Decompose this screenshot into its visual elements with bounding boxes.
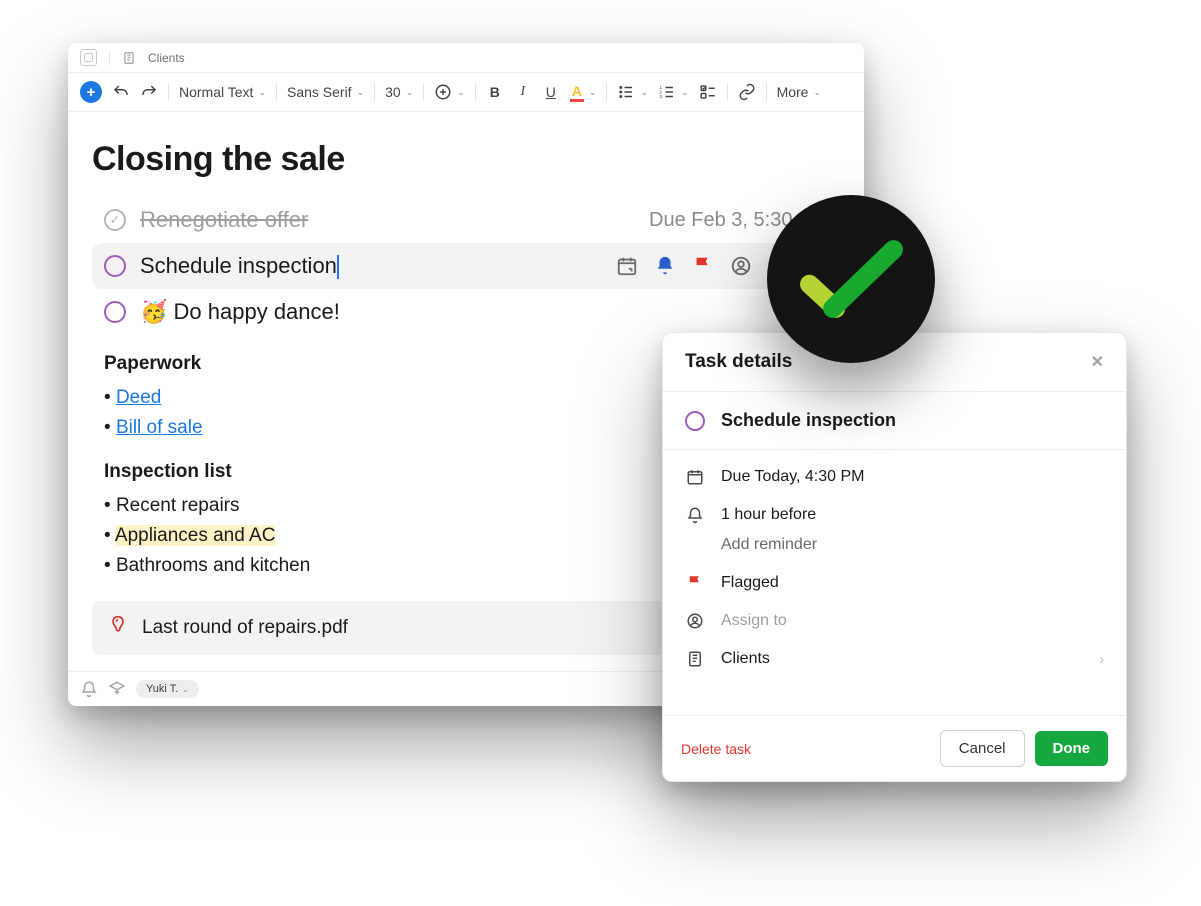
numbered-list-dropdown[interactable]: 123 ⌄	[658, 83, 689, 101]
insert-plus-dropdown[interactable]: ⌄	[434, 83, 465, 101]
note-icon	[122, 51, 136, 65]
numbered-list-icon: 123	[658, 83, 676, 101]
link[interactable]: Bill of sale	[116, 417, 203, 438]
editor-toolbar: + Normal Text⌄ Sans Serif⌄ 30⌄ ⌄ B I U A…	[68, 73, 864, 112]
bullet-list-dropdown[interactable]: ⌄	[617, 83, 648, 101]
redo-icon[interactable]	[140, 83, 158, 101]
font-size-dropdown[interactable]: 30⌄	[385, 84, 413, 100]
plus-circle-icon	[434, 83, 452, 101]
document-title[interactable]: Closing the sale	[92, 140, 840, 179]
app-switcher-icon[interactable]	[80, 49, 97, 66]
tab-title[interactable]: Clients	[148, 51, 185, 65]
person-icon	[685, 612, 705, 630]
paragraph-style-dropdown[interactable]: Normal Text⌄	[179, 84, 266, 100]
tab-bar: Clients	[68, 43, 864, 73]
due-date-row[interactable]: Due Today, 4:30 PM	[663, 458, 1126, 496]
reminder-row[interactable]: 1 hour before	[663, 496, 1126, 534]
assign-icon[interactable]	[730, 255, 752, 277]
undo-icon[interactable]	[112, 83, 130, 101]
checklist-icon[interactable]	[699, 83, 717, 101]
insert-button[interactable]: +	[80, 81, 102, 103]
pdf-icon	[108, 615, 128, 641]
close-icon[interactable]: ✕	[1091, 352, 1104, 372]
task-checkbox-done-icon[interactable]	[104, 209, 126, 231]
task-checkbox-icon[interactable]	[685, 411, 705, 431]
task-text[interactable]: 🥳 Do happy dance!	[140, 299, 828, 325]
divider	[606, 83, 607, 101]
bell-icon	[685, 506, 705, 524]
underline-icon[interactable]: U	[542, 83, 560, 101]
task-title[interactable]: Schedule inspection	[721, 410, 896, 431]
task-text[interactable]: Schedule inspection	[140, 253, 602, 279]
flagged-row[interactable]: Flagged	[663, 564, 1126, 602]
task-row[interactable]: 🥳 Do happy dance!	[92, 289, 840, 335]
checkmark-icon	[799, 234, 904, 324]
done-button[interactable]: Done	[1035, 731, 1109, 766]
link[interactable]: Deed	[116, 387, 161, 408]
notification-icon[interactable]	[80, 680, 98, 698]
flag-icon	[685, 574, 705, 592]
more-dropdown[interactable]: More⌄	[777, 84, 821, 100]
cancel-button[interactable]: Cancel	[940, 730, 1025, 767]
author-chip[interactable]: Yuki T.⌄	[136, 680, 199, 698]
text-color-dropdown[interactable]: A⌄	[570, 83, 597, 102]
due-date-icon[interactable]	[616, 255, 638, 277]
link-icon[interactable]	[738, 83, 756, 101]
svg-text:3: 3	[660, 94, 663, 99]
divider	[475, 83, 476, 101]
task-checkbox-icon[interactable]	[104, 255, 126, 277]
highlighted-text[interactable]: Appliances and AC	[115, 525, 276, 546]
divider	[766, 83, 767, 101]
bold-icon[interactable]: B	[486, 83, 504, 101]
divider	[374, 83, 375, 101]
assign-row[interactable]: Assign to	[663, 602, 1126, 640]
note-icon	[685, 650, 705, 668]
task-title-row[interactable]: Schedule inspection	[663, 392, 1126, 450]
task-details-panel: Task details ✕ Schedule inspection Due T…	[662, 332, 1127, 782]
reminder-icon[interactable]	[654, 255, 676, 277]
chevron-right-icon: ›	[1099, 651, 1104, 667]
divider	[727, 83, 728, 101]
task-text[interactable]: Renegotiate offer	[140, 207, 635, 233]
divider	[109, 51, 110, 65]
flag-icon[interactable]	[692, 255, 714, 277]
checkmark-badge	[767, 195, 935, 363]
panel-footer: Delete task Cancel Done	[663, 715, 1126, 781]
panel-title: Task details	[685, 351, 792, 373]
panel-rows: Due Today, 4:30 PM 1 hour before Add rem…	[663, 450, 1126, 715]
text-cursor	[337, 255, 339, 279]
bullet-list-icon	[617, 83, 635, 101]
divider	[423, 83, 424, 101]
add-tag-icon[interactable]	[108, 680, 126, 698]
delete-task-button[interactable]: Delete task	[681, 741, 751, 757]
note-link-row[interactable]: Clients ›	[663, 640, 1126, 678]
task-row-completed[interactable]: Renegotiate offer Due Feb 3, 5:30 PM	[92, 197, 840, 243]
attachment-filename: Last round of repairs.pdf	[142, 617, 348, 639]
divider	[276, 83, 277, 101]
font-family-dropdown[interactable]: Sans Serif⌄	[287, 84, 364, 100]
divider	[168, 83, 169, 101]
add-reminder-row[interactable]: Add reminder	[663, 534, 1126, 564]
task-row-active[interactable]: Schedule inspection	[92, 243, 840, 289]
calendar-icon	[685, 468, 705, 486]
italic-icon[interactable]: I	[514, 83, 532, 101]
task-checkbox-icon[interactable]	[104, 301, 126, 323]
